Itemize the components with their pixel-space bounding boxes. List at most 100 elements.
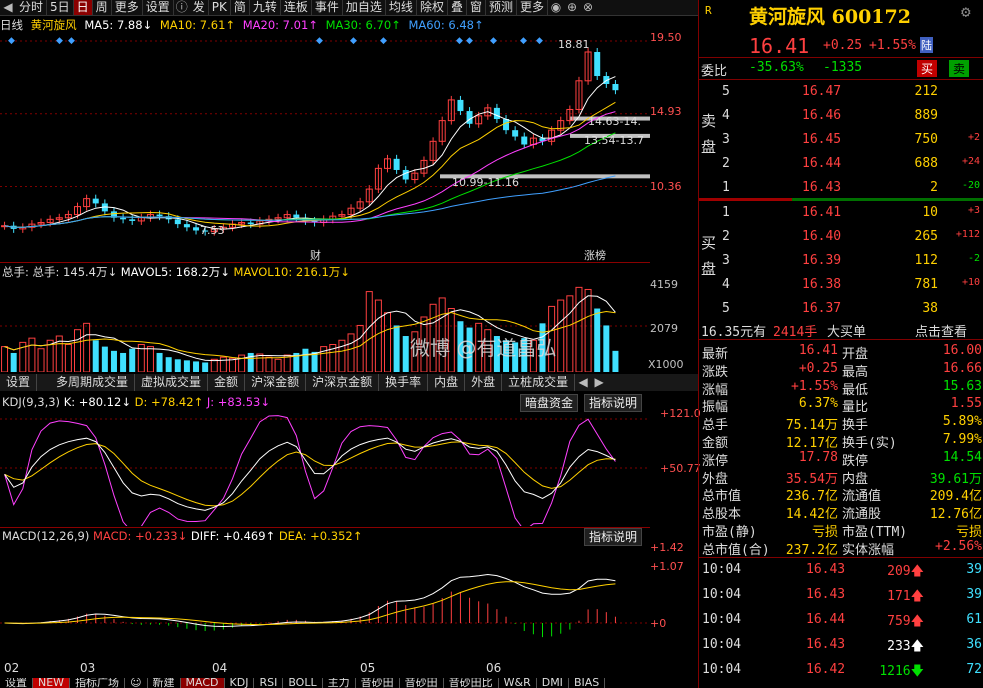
toolbar-item[interactable]: 九转 xyxy=(250,0,281,15)
indicator-tab[interactable]: 沪深金额 xyxy=(245,374,307,391)
bottom-tab[interactable]: 音砂田比 xyxy=(444,678,499,688)
date-tick: 03 xyxy=(80,661,96,675)
toolbar-item[interactable]: 连板 xyxy=(281,0,312,15)
indicator-tab[interactable]: 内盘 xyxy=(428,374,466,391)
toolbar-item[interactable]: 更多 xyxy=(112,0,143,15)
order-book-row[interactable]: 3 16.45 750 +2 xyxy=(699,132,983,156)
event-diamond-icon: ◆ xyxy=(8,36,15,46)
toolbar-item[interactable]: 发 xyxy=(190,0,209,15)
up-arrow-icon: 🡅 xyxy=(910,564,924,579)
event-diamond-icon: ◆ xyxy=(466,36,473,46)
level: 4 xyxy=(722,108,730,123)
indicator-explain-button[interactable]: 指标说明 xyxy=(584,394,643,412)
toolbar-item[interactable]: 预测 xyxy=(486,0,517,15)
bottom-tab[interactable]: DMI xyxy=(537,678,569,688)
toolbar-item[interactable]: 窗 xyxy=(467,0,486,15)
stat-value: 237.2亿 xyxy=(785,542,838,558)
volume-bar xyxy=(566,295,574,372)
toolbar-item[interactable]: 更多 xyxy=(517,0,549,15)
bottom-tab[interactable]: W&R xyxy=(499,678,537,688)
bottom-tab[interactable]: 指标广场 xyxy=(70,678,126,688)
volume-change: +3 xyxy=(967,205,980,216)
toolbar-item[interactable]: 除权 xyxy=(417,0,448,15)
price: 16.43 xyxy=(802,180,842,195)
price-pct: +1.55% xyxy=(869,38,916,53)
indicator-tab[interactable]: 外盘 xyxy=(465,374,503,391)
bottom-tab[interactable]: BOLL xyxy=(283,678,323,688)
order-book-row[interactable]: 4 16.38 781 +10 xyxy=(699,277,983,301)
toolbar-item[interactable]: 周 xyxy=(93,0,112,15)
scroll-left-icon[interactable]: ◀ xyxy=(575,375,591,390)
annotation-zone2: 13.54-13.7 xyxy=(584,134,644,147)
price: 16.38 xyxy=(802,277,842,292)
big-buy-link[interactable]: 点击查看 xyxy=(915,321,967,340)
indicator-tab[interactable]: 金额 xyxy=(208,374,246,391)
bottom-tab[interactable]: 设置 xyxy=(0,678,33,688)
eye-icon[interactable]: ◉ xyxy=(548,0,564,15)
stock-name-label: 黄河旋风 xyxy=(30,18,77,32)
toolbar-item[interactable]: 日 xyxy=(73,0,93,15)
toolbar-item[interactable]: 叠 xyxy=(448,0,467,15)
tick-volume-group: 209🡅 xyxy=(887,562,924,584)
bottom-tab[interactable]: 音砂田 xyxy=(400,678,444,688)
price: 16.47 xyxy=(802,84,842,99)
order-book-row[interactable]: 2 16.40 265 +112 xyxy=(699,229,983,253)
stock-code: 600172 xyxy=(831,6,911,28)
bottom-tab[interactable]: 音砂田 xyxy=(356,678,400,688)
market-badge: R xyxy=(705,4,712,17)
candle xyxy=(183,224,190,228)
macd-chart[interactable] xyxy=(0,545,650,660)
macd-explain-button[interactable]: 指标说明 xyxy=(584,528,643,546)
indicator-tab[interactable]: 设置 xyxy=(0,374,38,391)
stat-label: 总市值(合) xyxy=(702,542,770,558)
stat-label: 金额 xyxy=(702,436,729,451)
indicator-tab[interactable]: 多周期成交量 xyxy=(50,374,136,391)
bottom-tab[interactable]: BIAS xyxy=(569,678,606,688)
toolbar-item[interactable]: 分时 xyxy=(16,0,48,15)
toolbar-item[interactable]: 简 xyxy=(231,0,250,15)
indicator-tab[interactable]: 换手率 xyxy=(379,374,429,391)
kdj-chart[interactable] xyxy=(0,411,650,526)
order-book-row[interactable]: 2 16.44 688 +24 xyxy=(699,156,983,180)
ma10-label: MA10: 7.61↑ xyxy=(159,18,236,32)
weibi-value: -35.63% xyxy=(749,60,804,75)
order-book-row[interactable]: 5 16.47 212 xyxy=(699,84,983,108)
toolbar-item[interactable]: PK xyxy=(209,0,231,15)
toolbar-item[interactable]: 均线 xyxy=(386,0,417,15)
order-book-row[interactable]: 1 16.41 10 +3 xyxy=(699,205,983,229)
bottom-tab[interactable]: 新建 xyxy=(148,678,181,688)
bottom-tab[interactable]: KDJ xyxy=(225,678,255,688)
prev-arrow-icon[interactable]: ◀ xyxy=(0,0,16,15)
indicator-tab[interactable]: 沪深京金额 xyxy=(306,374,380,391)
tick-count: 61 xyxy=(966,612,982,627)
order-book-row[interactable]: 3 16.39 112 -2 xyxy=(699,253,983,277)
stat-value: +2.56% xyxy=(935,538,982,554)
main-chart-header: 日线 黄河旋风 MA5: 7.88↓ MA10: 7.61↑ MA20: 7.0… xyxy=(0,17,488,33)
sell-button[interactable]: 卖 xyxy=(949,60,970,77)
order-book-row[interactable]: 4 16.46 889 xyxy=(699,108,983,132)
scroll-right-icon[interactable]: ▶ xyxy=(591,375,607,390)
bottom-tab[interactable]: ☺ xyxy=(125,678,148,688)
indicator-tab[interactable]: 虚拟成交量 xyxy=(135,374,209,391)
bottom-tab[interactable]: NEW xyxy=(33,678,71,688)
bottom-tab[interactable]: RSI xyxy=(254,678,284,688)
volume-bar xyxy=(347,333,355,372)
toolbar-item[interactable]: 加自选 xyxy=(343,0,386,15)
toolbar-item[interactable]: 事件 xyxy=(312,0,343,15)
bottom-tab[interactable]: 主力 xyxy=(323,678,356,688)
stat-row: 市盈(静) 亏损 市盈(TTM) 亏损 xyxy=(702,521,982,540)
close-icon[interactable]: ⊗ xyxy=(580,0,596,15)
hidden-funds-button[interactable]: 暗盘资金 xyxy=(520,394,579,412)
settings-icon[interactable]: ⚙ xyxy=(961,2,971,21)
buy-button[interactable]: 买 xyxy=(917,60,938,77)
volume-change: +112 xyxy=(955,229,980,240)
toolbar-item[interactable]: 5日 xyxy=(47,0,74,15)
candlestick-chart[interactable]: ◆ ◆ ◆ ◆ ◆ ◆ ◆ ◆ ◆ ◆ ◆ xyxy=(0,33,650,261)
zoom-icon[interactable]: ⊕ xyxy=(564,0,580,15)
tick-volume: 171 xyxy=(887,589,911,604)
event-diamond-icon: ◆ xyxy=(536,36,543,46)
bottom-tab[interactable]: MACD xyxy=(180,678,225,688)
info-icon[interactable]: ⓘ xyxy=(174,0,190,15)
toolbar-item[interactable]: 设置 xyxy=(143,0,174,15)
indicator-tab[interactable]: 立桩成交量 xyxy=(502,374,576,391)
